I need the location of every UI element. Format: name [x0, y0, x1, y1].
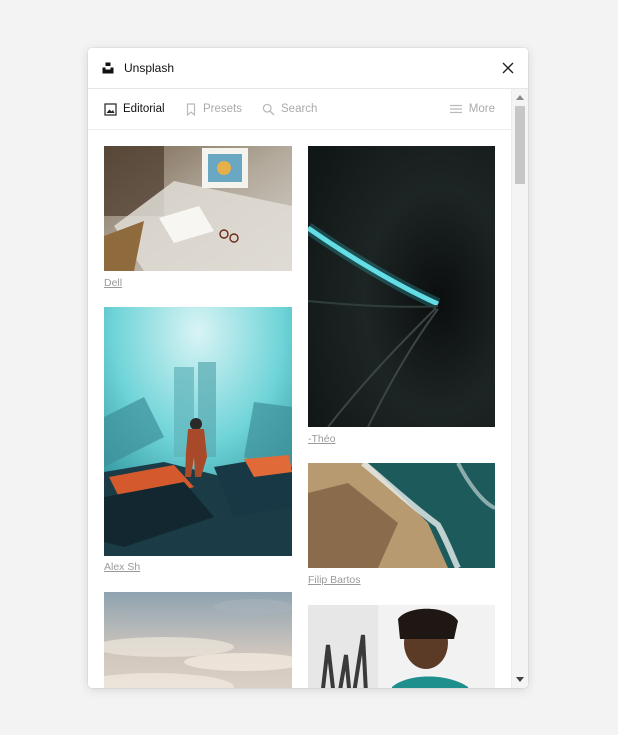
photo-card[interactable]	[104, 592, 292, 688]
app-title: Unsplash	[124, 61, 175, 75]
bookmark-icon	[186, 102, 196, 116]
photo-card[interactable]	[308, 605, 496, 688]
photo-credit-link[interactable]: Alex Sh	[104, 561, 140, 573]
tab-more-label: More	[468, 103, 495, 115]
image-icon	[104, 102, 117, 116]
photo-credit-link[interactable]: Filip Bartos	[308, 574, 361, 586]
photo-card[interactable]: Filip Bartos	[308, 463, 496, 589]
tab-editorial[interactable]: Editorial	[104, 89, 165, 129]
scroll-up-arrow-icon[interactable]	[516, 95, 524, 100]
photo-portrait-image[interactable]	[308, 605, 496, 688]
tab-presets-label: Presets	[203, 103, 242, 115]
photo-astronaut-image[interactable]	[104, 307, 292, 556]
photo-desk-image[interactable]	[104, 146, 292, 271]
photo-card[interactable]: Dell	[104, 146, 292, 291]
tab-editorial-label: Editorial	[123, 103, 165, 115]
unsplash-logo-icon	[102, 62, 114, 74]
tab-search-label: Search	[281, 103, 318, 115]
tab-bar: Editorial Presets Search More	[88, 89, 528, 130]
tab-more[interactable]: More	[449, 89, 495, 129]
scrollbar[interactable]	[511, 89, 528, 688]
menu-icon	[449, 104, 462, 114]
close-icon[interactable]	[500, 60, 516, 76]
scrollbar-thumb[interactable]	[515, 106, 525, 184]
title-bar: Unsplash	[88, 48, 528, 89]
unsplash-panel: Unsplash Editorial Presets Search More D…	[88, 48, 528, 688]
photo-card[interactable]: Alex Sh	[104, 307, 292, 575]
search-icon	[262, 103, 275, 115]
tab-presets[interactable]: Presets	[185, 89, 242, 129]
photo-credit-link[interactable]: -Théo	[308, 433, 335, 445]
photo-grid: Dell Alex Sh -Théo Filip Bartos	[88, 130, 512, 688]
photo-tunnel-image[interactable]	[308, 146, 496, 427]
tab-search[interactable]: Search	[262, 89, 317, 129]
photo-clouds-image[interactable]	[104, 592, 292, 688]
scroll-down-arrow-icon[interactable]	[516, 677, 524, 682]
photo-coast-image[interactable]	[308, 463, 496, 568]
photo-card[interactable]: -Théo	[308, 146, 496, 446]
photo-credit-link[interactable]: Dell	[104, 277, 122, 289]
